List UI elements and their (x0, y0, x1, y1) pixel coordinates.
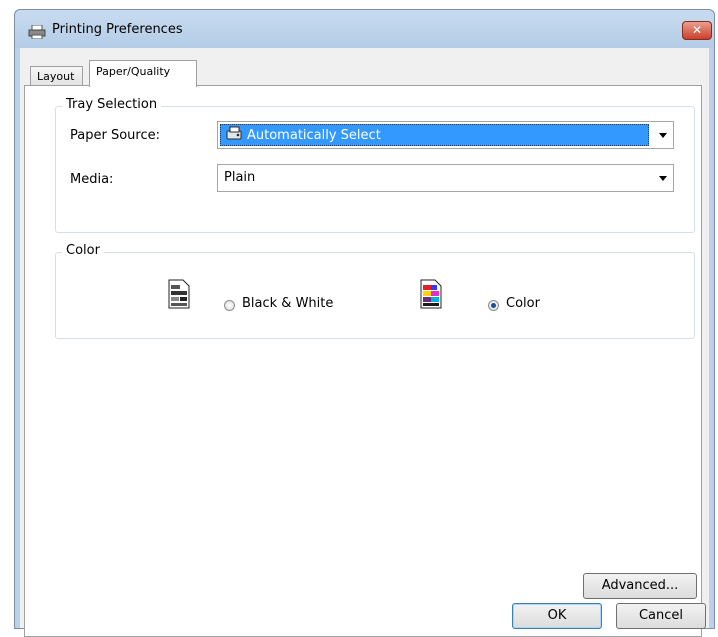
chevron-down-icon (659, 176, 667, 181)
black-white-label[interactable]: Black & White (242, 296, 333, 311)
media-label: Media: (70, 172, 114, 187)
window-title: Printing Preferences (52, 22, 183, 37)
black-white-radio[interactable] (224, 300, 235, 311)
chevron-down-icon (659, 133, 667, 138)
paper-source-dropdown[interactable]: Automatically Select (217, 121, 674, 149)
tray-selection-group: Tray Selection Paper Source: Automatical… (55, 97, 695, 233)
paper-quality-pane: Tray Selection Paper Source: Automatical… (24, 85, 702, 637)
color-document-icon (420, 279, 442, 309)
paper-source-selected: Automatically Select (220, 124, 649, 146)
close-icon: ✕ (691, 23, 703, 37)
color-radio[interactable] (488, 300, 499, 311)
printing-preferences-dialog: Printing Preferences ✕ Layout Paper/Qual… (14, 9, 715, 637)
color-group: Color Black & White Color (55, 243, 695, 339)
tab-paper-quality-label: Paper/Quality (96, 65, 171, 78)
tray-selection-group-label: Tray Selection (62, 97, 162, 112)
media-selected: Plain (220, 167, 649, 189)
advanced-button[interactable]: Advanced... (583, 573, 697, 599)
paper-tray-icon (226, 126, 242, 140)
tab-layout-label: Layout (37, 70, 75, 83)
tab-paper-quality[interactable]: Paper/Quality (89, 60, 197, 87)
color-group-label: Color (62, 243, 104, 258)
media-dropdown[interactable]: Plain (217, 164, 674, 192)
dialog-client-area: Layout Paper/Quality Tray Selection Pape… (20, 48, 709, 637)
grayscale-document-icon (168, 279, 190, 309)
color-label[interactable]: Color (506, 296, 540, 311)
close-button[interactable]: ✕ (682, 21, 712, 40)
media-value: Plain (224, 170, 256, 185)
printer-icon (28, 25, 46, 39)
paper-source-value: Automatically Select (247, 128, 381, 143)
cancel-button[interactable]: Cancel (616, 603, 706, 629)
ok-button[interactable]: OK (512, 603, 602, 629)
paper-source-label: Paper Source: (70, 128, 160, 143)
title-bar[interactable]: Printing Preferences ✕ (15, 10, 714, 48)
tab-layout[interactable]: Layout (30, 66, 83, 86)
